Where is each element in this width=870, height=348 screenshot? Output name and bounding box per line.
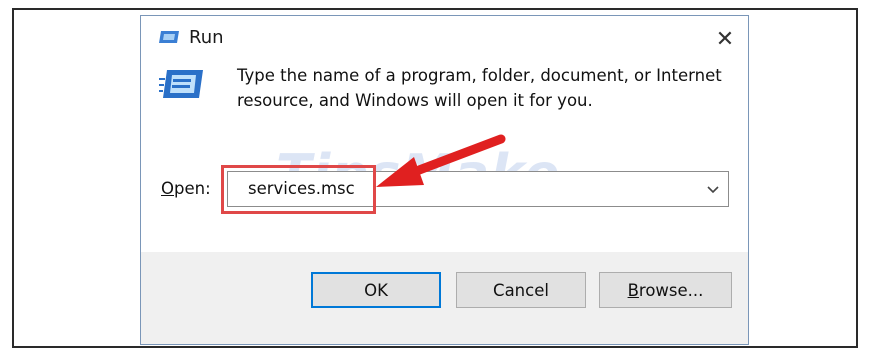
instructions-line-2: resource, and Windows will open it for y… <box>237 91 593 110</box>
open-label: Open: <box>161 179 211 198</box>
browse-button[interactable]: Browse... <box>599 272 732 308</box>
highlight-annotation <box>221 165 376 214</box>
window-title: Run <box>189 27 224 48</box>
cancel-button[interactable]: Cancel <box>456 272 586 308</box>
title-bar: Run ✕ <box>141 16 748 62</box>
close-button[interactable]: ✕ <box>702 16 748 62</box>
open-label-accelerator: O <box>161 179 174 198</box>
instructions-text: Type the name of a program, folder, docu… <box>237 63 737 113</box>
open-label-text: pen: <box>174 179 211 198</box>
red-arrow-annotation <box>376 134 506 187</box>
chevron-down-icon[interactable] <box>704 180 722 198</box>
browse-accelerator: B <box>627 280 639 300</box>
browse-label: rowse... <box>638 280 704 300</box>
instructions-line-1: Type the name of a program, folder, docu… <box>237 66 722 85</box>
close-icon: ✕ <box>715 26 735 52</box>
run-icon <box>159 31 179 43</box>
run-program-icon <box>159 70 203 98</box>
run-dialog: Run ✕ Type the name of a program, folder… <box>140 15 749 345</box>
ok-button[interactable]: OK <box>311 272 441 308</box>
